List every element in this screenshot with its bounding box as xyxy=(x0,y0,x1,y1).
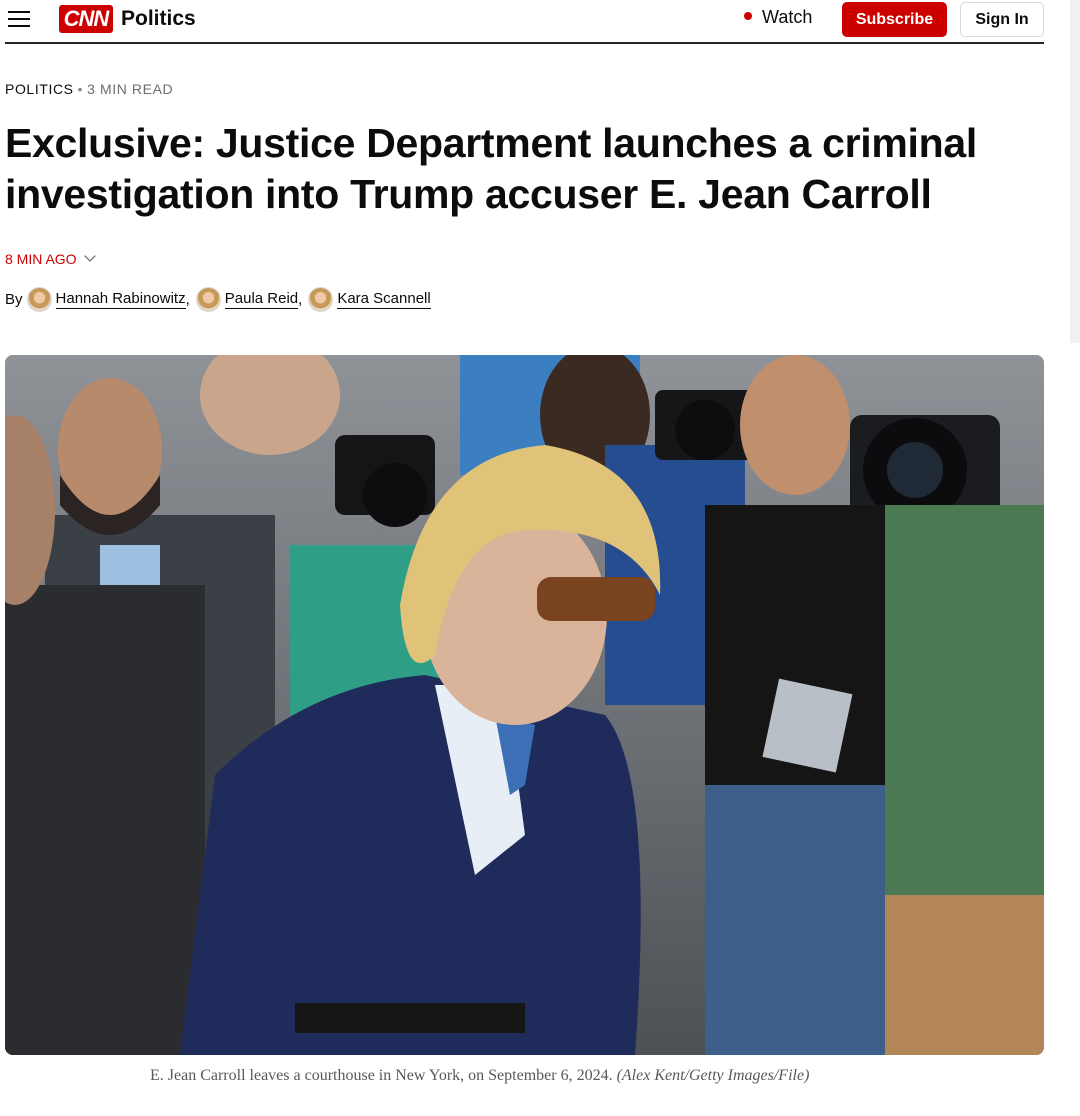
author-avatar[interactable] xyxy=(308,286,334,312)
timestamp-toggle[interactable]: 8 MIN AGO xyxy=(5,250,96,267)
live-dot-icon xyxy=(744,12,752,21)
kicker-separator: • xyxy=(77,81,84,97)
photo-illustration xyxy=(5,355,1044,1055)
author-link[interactable]: Kara Scannell xyxy=(337,290,431,309)
photo-caption: E. Jean Carroll leaves a courthouse in N… xyxy=(150,1064,870,1087)
article-headline: Exclusive: Justice Department launches a… xyxy=(5,120,977,217)
cnn-logo[interactable]: CNN xyxy=(59,5,113,33)
author-avatar[interactable] xyxy=(195,286,221,312)
lead-photo[interactable] xyxy=(5,355,1044,1055)
sign-in-button[interactable]: Sign In xyxy=(960,2,1044,37)
byline-prefix: By xyxy=(5,290,23,308)
read-time: 3 MIN READ xyxy=(87,81,174,97)
chevron-down-icon xyxy=(83,250,96,262)
section-title[interactable]: Politics xyxy=(121,7,196,31)
watch-link[interactable]: Watch xyxy=(744,7,812,28)
subscribe-button[interactable]: Subscribe xyxy=(842,2,947,37)
caption-text: E. Jean Carroll leaves a courthouse in N… xyxy=(150,1067,613,1084)
author-link[interactable]: Hannah Rabinowitz xyxy=(55,290,186,309)
author-avatar[interactable] xyxy=(26,286,52,312)
section-kicker[interactable]: POLITICS xyxy=(5,81,74,97)
header-divider xyxy=(5,42,1044,44)
author-item: Paula Reid, xyxy=(195,286,309,312)
author-item: Kara Scannell xyxy=(308,286,431,312)
author-link[interactable]: Paula Reid xyxy=(224,290,299,309)
article-kicker: POLITICS • 3 MIN READ xyxy=(5,81,173,97)
caption-credit: (Alex Kent/Getty Images/File) xyxy=(616,1067,810,1084)
page-scrollbar[interactable] xyxy=(1070,0,1080,343)
hamburger-icon[interactable] xyxy=(8,9,30,27)
byline: By Hannah Rabinowitz, Paula Reid, Kara S… xyxy=(5,284,431,314)
author-item: Hannah Rabinowitz, xyxy=(26,286,196,312)
timestamp-text: 8 MIN AGO xyxy=(5,251,77,267)
site-header: CNN Politics Watch Subscribe Sign In xyxy=(0,0,1044,42)
watch-label: Watch xyxy=(762,7,813,27)
